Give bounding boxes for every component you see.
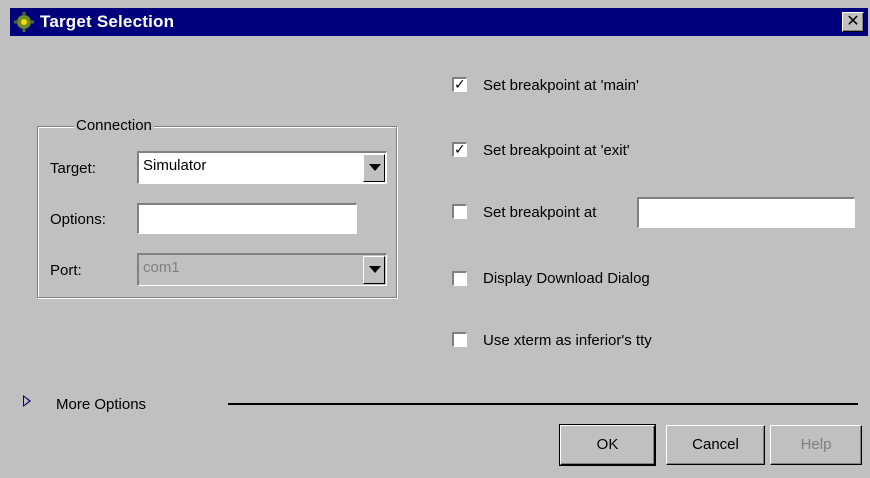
close-icon: ✕ — [846, 13, 860, 30]
target-selection-dialog: Target Selection ✕ Connection Target: Si… — [0, 0, 870, 478]
port-select[interactable]: com1 — [137, 253, 387, 286]
download-dialog-checkbox[interactable] — [452, 271, 467, 286]
ok-button[interactable]: OK — [559, 424, 656, 466]
connection-group-title: Connection — [74, 117, 154, 134]
cancel-button[interactable]: Cancel — [666, 425, 765, 465]
check-mark-icon: ✓ — [454, 141, 466, 157]
close-button[interactable]: ✕ — [842, 12, 864, 32]
xterm-tty-label: Use xterm as inferior's tty — [483, 332, 652, 349]
target-label: Target: — [50, 160, 96, 177]
break-at-input[interactable] — [637, 197, 855, 228]
help-button[interactable]: Help — [770, 425, 862, 465]
port-dropdown-button[interactable] — [363, 256, 385, 284]
break-exit-label: Set breakpoint at 'exit' — [483, 142, 630, 159]
break-main-checkbox[interactable]: ✓ — [452, 76, 467, 92]
check-mark-icon: ✓ — [454, 76, 466, 92]
port-label: Port: — [50, 262, 82, 279]
title-bar[interactable]: Target Selection ✕ — [10, 8, 868, 36]
expand-arrow-icon[interactable] — [23, 395, 31, 407]
break-exit-checkbox[interactable]: ✓ — [452, 141, 467, 157]
window-title: Target Selection — [40, 12, 175, 31]
gear-app-icon — [14, 12, 34, 32]
options-input[interactable] — [137, 203, 357, 234]
separator-line — [228, 403, 858, 405]
target-select[interactable]: Simulator — [137, 151, 387, 184]
target-select-value: Simulator — [143, 157, 207, 174]
options-label: Options: — [50, 211, 106, 228]
break-main-label: Set breakpoint at 'main' — [483, 77, 639, 94]
target-dropdown-button[interactable] — [363, 154, 385, 182]
break-at-checkbox[interactable] — [452, 204, 467, 219]
port-select-value: com1 — [143, 259, 180, 276]
more-options-label[interactable]: More Options — [56, 396, 146, 413]
download-dialog-label: Display Download Dialog — [483, 270, 650, 287]
break-at-label: Set breakpoint at — [483, 204, 597, 221]
xterm-tty-checkbox[interactable] — [452, 332, 467, 347]
